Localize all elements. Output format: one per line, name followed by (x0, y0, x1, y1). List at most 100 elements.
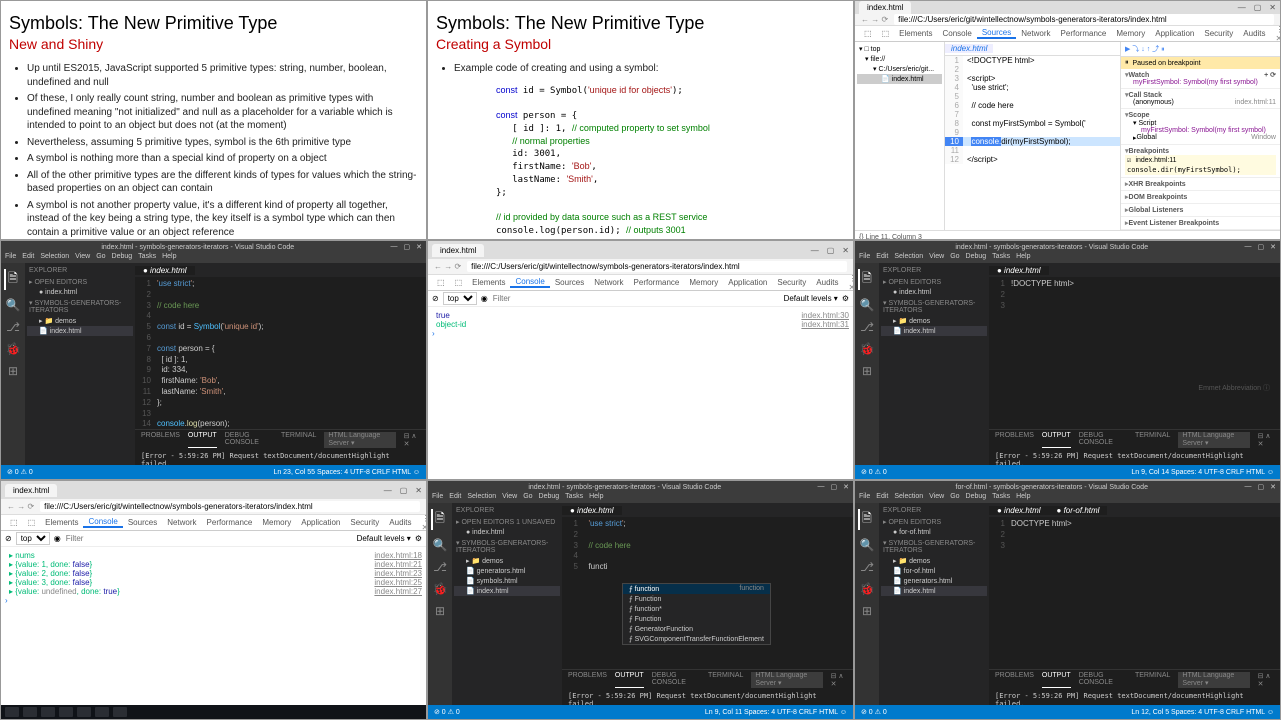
tree-item[interactable]: 📄 index.html (881, 326, 987, 336)
menu-item[interactable]: Go (950, 493, 959, 503)
levels-dropdown[interactable]: Default levels ▾ (784, 294, 838, 303)
browser-tab[interactable]: index.html (859, 1, 911, 14)
ac-item[interactable]: ⨍ function* (623, 604, 770, 614)
ac-item[interactable]: ⨍ functionfunction (623, 584, 770, 594)
menu-item[interactable]: File (432, 493, 443, 503)
menu-item[interactable]: Tasks (565, 493, 583, 503)
search-icon[interactable]: 🔍 (6, 298, 21, 312)
source-tab[interactable]: index.html (945, 44, 993, 53)
tree-item[interactable]: ▸ 📁 demos (454, 556, 560, 566)
code-area[interactable]: 1!DOCTYPE html>23</div></div><div class=… (989, 277, 1280, 429)
devtools-tab[interactable]: Elements (894, 29, 937, 38)
debug-icon[interactable]: 🐞 (433, 582, 448, 596)
ac-item[interactable]: ⨍ GeneratorFunction (623, 624, 770, 634)
menu-item[interactable]: Help (589, 493, 603, 503)
tree-item[interactable]: 📄 for-of.html (881, 566, 987, 576)
callstack-frame[interactable]: (anonymous)index.html:11 (1125, 99, 1276, 106)
filter-input[interactable] (492, 293, 780, 304)
panel-tab[interactable]: DEBUG CONSOLE (1079, 672, 1127, 688)
gear-icon[interactable]: ⚙ (842, 294, 849, 303)
menu-item[interactable]: View (929, 253, 944, 263)
panel-tab[interactable]: TERMINAL (1135, 672, 1170, 688)
editor-tab[interactable]: ● index.html (989, 506, 1049, 515)
panel-tab[interactable]: TERMINAL (281, 432, 316, 448)
menu-item[interactable]: Help (1016, 253, 1030, 263)
breakpoints-header[interactable]: Breakpoints (1125, 147, 1276, 155)
menu-item[interactable]: Tasks (138, 253, 156, 263)
devtools-tab[interactable]: Sources (550, 278, 589, 287)
menu-item[interactable]: Edit (22, 253, 34, 263)
menu-item[interactable]: Go (96, 253, 105, 263)
menu-item[interactable]: Go (523, 493, 532, 503)
tree-item[interactable]: 📄 index.html (27, 326, 133, 336)
menu-item[interactable]: Selection (467, 493, 496, 503)
debug-icon[interactable]: 🐞 (860, 342, 875, 356)
menu-item[interactable]: Edit (449, 493, 461, 503)
menu-item[interactable]: Edit (876, 493, 888, 503)
panel-tab[interactable]: TERMINAL (1135, 432, 1170, 448)
menu-item[interactable]: Tasks (992, 493, 1010, 503)
watch-header[interactable]: Watch + ⟳ (1125, 71, 1276, 79)
panel-tab[interactable]: DEBUG CONSOLE (652, 672, 700, 688)
explorer-icon[interactable]: 🗎 (4, 269, 18, 290)
explorer-icon[interactable]: 🗎 (431, 509, 445, 530)
search-icon[interactable]: 🔍 (860, 298, 875, 312)
debug-icon[interactable]: 🐞 (6, 342, 21, 356)
devtools-tab[interactable]: Application (723, 278, 772, 287)
panel-tab[interactable]: PROBLEMS (568, 672, 607, 688)
devtools-tab[interactable]: Sources (977, 28, 1016, 39)
search-icon[interactable]: 🔍 (860, 538, 875, 552)
panel-tab[interactable]: TERMINAL (708, 672, 743, 688)
git-icon[interactable]: ⎇ (6, 320, 20, 334)
tree-item[interactable]: 📄 generators.html (454, 566, 560, 576)
extensions-icon[interactable]: ⊞ (862, 604, 872, 618)
menu-item[interactable]: View (502, 493, 517, 503)
devtools-tab[interactable]: Audits (811, 278, 843, 287)
url-input[interactable] (40, 501, 420, 512)
menu-item[interactable]: View (75, 253, 90, 263)
debug-controls[interactable]: ▶ ⤵ ↓ ↑ ⤴ ⏸ (1121, 42, 1280, 57)
menu-item[interactable]: Edit (876, 253, 888, 263)
devtools-tab[interactable]: Audits (1238, 29, 1270, 38)
extensions-icon[interactable]: ⊞ (862, 364, 872, 378)
tree-file[interactable]: 📄 index.html (857, 74, 942, 84)
lang-server[interactable]: HTML Language Server ▾ (1178, 672, 1249, 688)
devtools-tab[interactable]: Application (296, 518, 345, 527)
context-select[interactable]: top (443, 292, 477, 305)
devtools-tab[interactable]: Memory (1111, 29, 1150, 38)
panel-tab[interactable]: OUTPUT (188, 432, 217, 448)
tree-item[interactable]: 📄 generators.html (881, 576, 987, 586)
minimize-icon[interactable]: — (1238, 3, 1246, 12)
scope-header[interactable]: Scope (1125, 111, 1276, 119)
panel-tab[interactable]: OUTPUT (1042, 432, 1071, 448)
devtools-tab[interactable]: Console (510, 277, 549, 288)
editor-tab[interactable]: ● index.html (989, 266, 1049, 275)
git-icon[interactable]: ⎇ (860, 320, 874, 334)
eye-icon[interactable]: ◉ (481, 294, 488, 303)
devtools-tab[interactable]: Sources (123, 518, 162, 527)
menu-item[interactable]: Selection (894, 493, 923, 503)
code-area[interactable]: 1DOCTYPE html>23</div></div><div class="… (989, 517, 1280, 669)
panel-tab[interactable]: DEBUG CONSOLE (1079, 432, 1127, 448)
devtools-tab[interactable]: Console (83, 517, 122, 528)
devtools-tab[interactable]: Application (1150, 29, 1199, 38)
autocomplete-popup[interactable]: ⨍ functionfunction⨍ Function⨍ function*⨍… (622, 583, 771, 645)
tree-item[interactable]: 📄 index.html (454, 586, 560, 596)
explorer-icon[interactable]: 🗎 (858, 269, 872, 290)
tree-item[interactable]: 📄 index.html (881, 586, 987, 596)
git-icon[interactable]: ⎇ (433, 560, 447, 574)
tree-folder[interactable]: ▾ C:/Users/eric/git... (857, 64, 942, 74)
devtools-tab[interactable]: Security (345, 518, 384, 527)
devtools-tab[interactable]: Console (937, 29, 976, 38)
panel-tab[interactable]: PROBLEMS (995, 432, 1034, 448)
tree-item[interactable]: ▸ 📁 demos (881, 556, 987, 566)
browser-tab[interactable]: index.html (432, 244, 484, 257)
devtools-tab[interactable]: Network (1016, 29, 1055, 38)
panel-tab[interactable]: OUTPUT (615, 672, 644, 688)
menu-item[interactable]: File (859, 493, 870, 503)
menu-item[interactable]: View (929, 493, 944, 503)
code-area[interactable]: 1'use strict';23// code here45const id =… (135, 277, 426, 429)
extensions-icon[interactable]: ⊞ (8, 364, 18, 378)
panel-tab[interactable]: PROBLEMS (141, 432, 180, 448)
devtools-tab[interactable]: Elements (467, 278, 510, 287)
